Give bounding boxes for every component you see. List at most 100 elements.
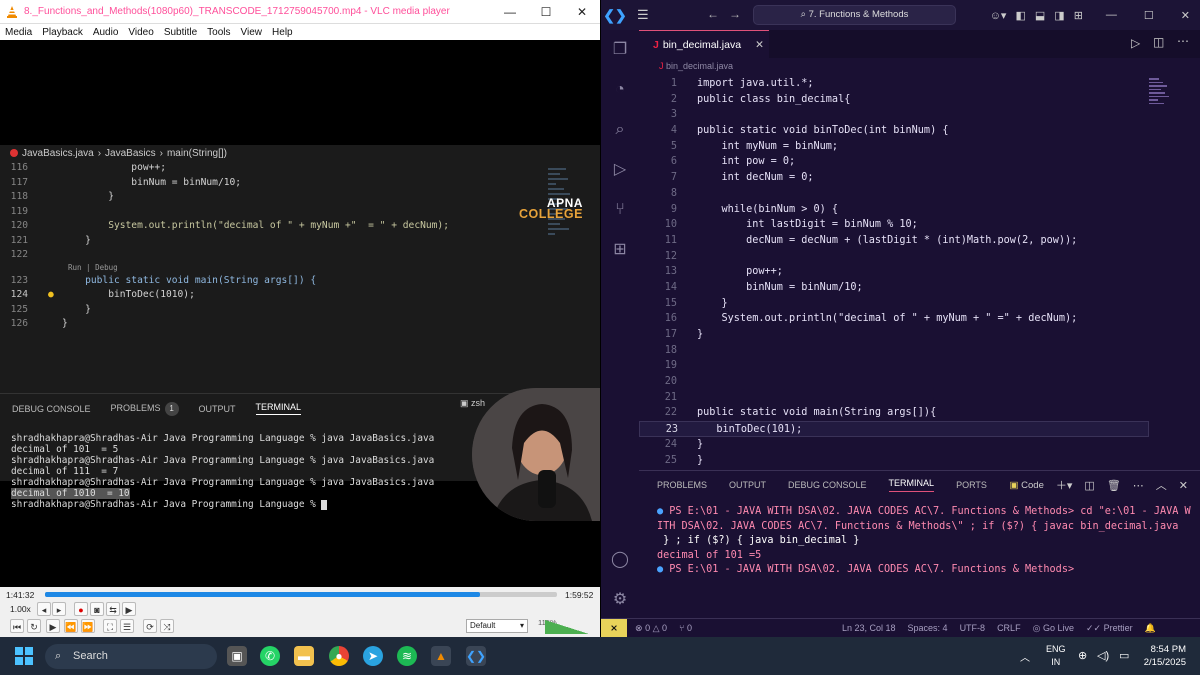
video-frame[interactable]: JavaBasics.java › JavaBasics › main(Stri… xyxy=(0,40,600,587)
status-golive[interactable]: ◎ Go Live xyxy=(1033,623,1074,634)
vlc-taskbar-icon[interactable]: ▲ xyxy=(431,646,451,666)
shuffle-icon[interactable]: ⤨ xyxy=(160,619,174,633)
account-icon[interactable]: ◯ xyxy=(601,540,639,580)
command-center-search[interactable]: ⌕ 7. Functions & Methods xyxy=(753,5,956,25)
source-control-icon[interactable]: ⑂ xyxy=(601,190,639,230)
maximize-panel-icon[interactable]: ︿ xyxy=(1156,477,1167,493)
whatsapp-icon[interactable]: ✆ xyxy=(260,646,280,666)
vscode-code[interactable]: 1 import java.util.*; 2 public class bin_d… xyxy=(639,76,1149,468)
tab-debug-console[interactable]: DEBUG CONSOLE xyxy=(788,480,867,490)
status-spaces[interactable]: Spaces: 4 xyxy=(908,623,948,633)
record-icon[interactable]: ● xyxy=(74,602,88,616)
search-icon[interactable]: ⌕ xyxy=(601,110,639,150)
show-hidden-icons-icon[interactable]: ︿ xyxy=(1020,649,1030,664)
more-actions-icon[interactable]: ⋯ xyxy=(1177,34,1189,48)
aspect-dropdown[interactable]: Default ▾ xyxy=(466,619,528,633)
close-icon[interactable]: ✕ xyxy=(1181,9,1190,22)
play-icon[interactable]: ▶ xyxy=(46,619,60,633)
explorer-icon[interactable]: ❐ xyxy=(601,30,639,70)
terminal-profile[interactable]: ▣ Code xyxy=(1010,480,1044,491)
toggle-secondary-sidebar-icon[interactable]: ◨ xyxy=(1054,9,1064,22)
run-icon[interactable]: ▷ xyxy=(1131,36,1140,50)
editor-tab[interactable]: Jbin_decimal.java ✕ xyxy=(639,30,769,58)
globe-icon[interactable]: ⊕ xyxy=(1078,649,1087,662)
copilot-icon[interactable]: ☺▾ xyxy=(990,9,1007,22)
playback-speed[interactable]: 1.00x xyxy=(10,604,31,614)
tab-problems[interactable]: PROBLEMS xyxy=(657,480,707,490)
hamburger-menu-icon[interactable]: ☰ xyxy=(637,7,649,23)
extensions-icon[interactable]: ⊞ xyxy=(601,230,639,270)
language-indicator[interactable]: ENG IN xyxy=(1046,643,1066,669)
close-panel-icon[interactable]: ✕ xyxy=(1179,479,1188,492)
status-ports[interactable]: ⑂ 0 xyxy=(679,623,692,633)
vlc-titlebar: 8._Functions_and_Methods(1080p60)_TRANSC… xyxy=(0,0,600,24)
customize-layout-icon[interactable]: ⊞ xyxy=(1074,9,1083,22)
menu-subtitle[interactable]: Subtitle xyxy=(159,27,202,38)
toggle-panel-icon[interactable]: ⬓ xyxy=(1035,9,1045,22)
activity-bar: ❐ ◔ ⌕ ▷ ⑂ ⊞ ◯ ⚙ xyxy=(601,30,639,618)
playlist-icon[interactable]: ☰ xyxy=(120,619,134,633)
seek-bar[interactable] xyxy=(45,592,557,597)
settings-gear-icon[interactable]: ⚙ xyxy=(601,580,639,620)
vscode-taskbar-icon[interactable]: ❮❯ xyxy=(466,646,486,666)
next-icon[interactable]: ⏩ xyxy=(81,619,95,633)
frame-back-icon[interactable]: ◂ xyxy=(37,602,51,616)
tab-ports[interactable]: PORTS xyxy=(956,480,987,490)
snapshot-icon[interactable]: ◙ xyxy=(90,602,104,616)
maximize-icon[interactable]: ☐ xyxy=(528,5,564,19)
split-editor-icon[interactable]: ◫ xyxy=(1153,35,1164,49)
vscode-terminal[interactable]: ● PS E:\01 - JAVA WITH DSA\02. JAVA CODE… xyxy=(657,505,1192,578)
chrome-icon[interactable]: ● xyxy=(329,646,349,666)
more-actions-icon[interactable]: ⋯ xyxy=(1133,479,1144,492)
spotify-icon[interactable]: ≋ xyxy=(397,646,417,666)
clock[interactable]: 8:54 PM 2/15/2025 xyxy=(1144,643,1186,669)
previous-icon[interactable]: ⏪ xyxy=(64,619,78,633)
menu-video[interactable]: Video xyxy=(123,27,158,38)
task-view-icon[interactable]: ▣ xyxy=(227,646,247,666)
taskbar-search[interactable]: ⌕ Search xyxy=(45,644,217,669)
menu-media[interactable]: Media xyxy=(0,27,37,38)
rewind-icon[interactable]: ⏮ xyxy=(10,619,24,633)
close-tab-icon[interactable]: ✕ xyxy=(755,39,764,51)
file-explorer-icon[interactable]: ▬ xyxy=(294,646,314,666)
battery-icon[interactable]: ▭ xyxy=(1119,649,1129,662)
telegram-icon[interactable]: ➤ xyxy=(363,646,383,666)
status-eol[interactable]: CRLF xyxy=(997,623,1021,633)
fullscreen-icon[interactable]: ⛶ xyxy=(103,619,117,633)
windows-start-icon[interactable] xyxy=(15,647,33,665)
new-terminal-icon[interactable]: ＋▾ xyxy=(1056,477,1073,493)
minimize-icon[interactable]: — xyxy=(492,5,528,19)
trash-icon[interactable]: 🗑 xyxy=(1107,479,1121,492)
minimap[interactable] xyxy=(1149,76,1171,116)
panel-actions: ▣ Code ＋▾ ◫ 🗑 ⋯ ︿ ✕ xyxy=(1010,477,1188,493)
menu-view[interactable]: View xyxy=(236,27,268,38)
maximize-icon[interactable]: ☐ xyxy=(1144,9,1154,22)
status-prettier[interactable]: ✓✓ Prettier xyxy=(1086,623,1133,634)
minimize-icon[interactable]: — xyxy=(1106,9,1117,21)
volume-icon[interactable]: ◁) xyxy=(1097,649,1109,662)
frame-forward-icon[interactable]: ▸ xyxy=(52,602,66,616)
forward-arrow-icon[interactable]: → xyxy=(729,7,741,21)
repeat-icon[interactable]: ⟳ xyxy=(143,619,157,633)
toggle-sidebar-icon[interactable]: ◧ xyxy=(1015,9,1025,22)
remote-icon[interactable]: ⨯ xyxy=(601,618,627,638)
tab-output[interactable]: OUTPUT xyxy=(729,480,766,490)
menu-help[interactable]: Help xyxy=(267,27,298,38)
loop-icon[interactable]: ↻ xyxy=(27,619,41,633)
back-arrow-icon[interactable]: ← xyxy=(707,7,719,21)
close-icon[interactable]: ✕ xyxy=(564,5,600,19)
tab-terminal[interactable]: TERMINAL xyxy=(888,478,935,492)
status-position[interactable]: Ln 23, Col 18 xyxy=(842,623,896,633)
loop-ab-icon[interactable]: ⇆ xyxy=(106,602,120,616)
run-debug-icon[interactable]: ▷ xyxy=(601,150,639,190)
edge-icon[interactable]: ◔ xyxy=(601,70,639,110)
frame-step-icon[interactable]: ▶ xyxy=(122,602,136,616)
menu-playback[interactable]: Playback xyxy=(37,27,88,38)
menu-audio[interactable]: Audio xyxy=(88,27,124,38)
status-encoding[interactable]: UTF-8 xyxy=(960,623,986,633)
split-terminal-icon[interactable]: ◫ xyxy=(1084,479,1094,492)
notifications-bell-icon[interactable]: 🔔 xyxy=(1145,623,1156,634)
status-problems[interactable]: ⊗ 0 △ 0 xyxy=(635,623,667,634)
menu-tools[interactable]: Tools xyxy=(202,27,235,38)
volume-slider[interactable] xyxy=(545,620,589,634)
